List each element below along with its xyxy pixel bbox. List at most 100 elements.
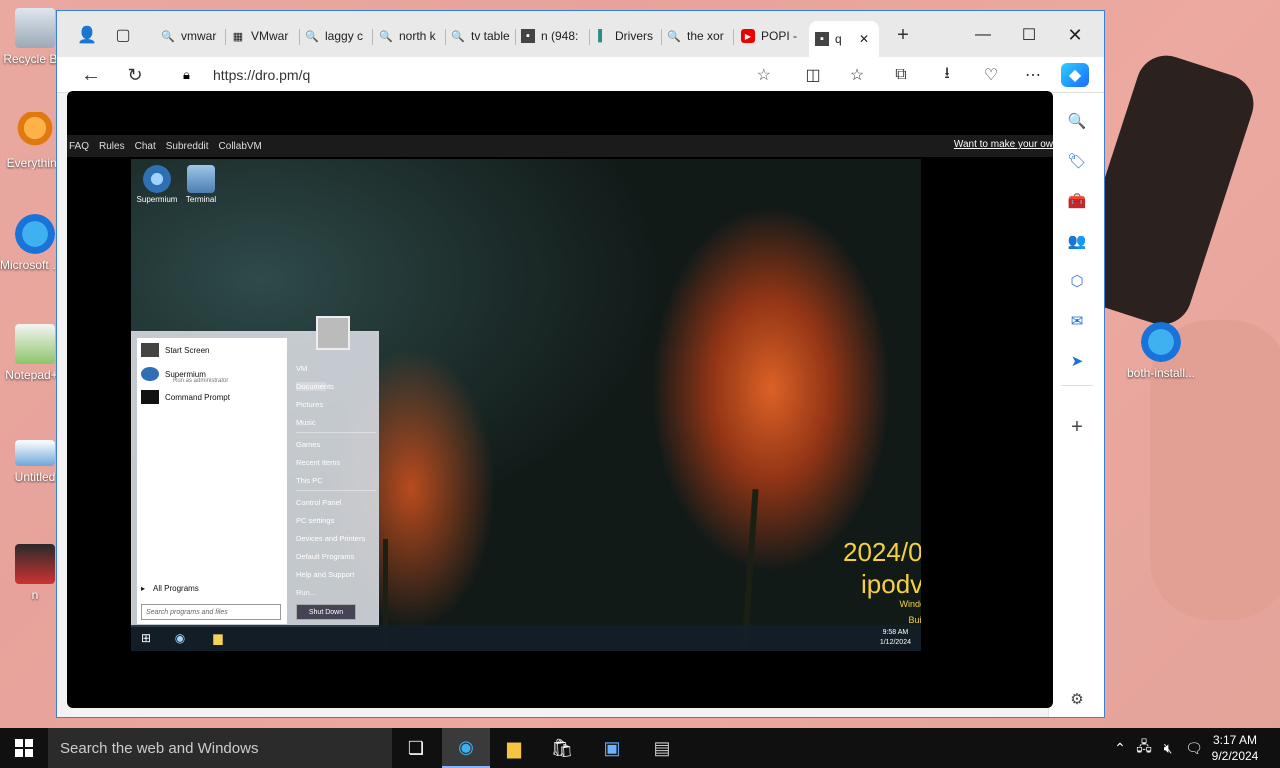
browser-essentials-icon[interactable]: ♡	[977, 63, 1005, 87]
chevron-up-icon[interactable]: ⌃	[1110, 738, 1130, 758]
music-item[interactable]: Music	[296, 418, 316, 427]
supermium-taskbar-icon[interactable]: ◉	[171, 629, 189, 647]
tab[interactable]: ▶ POPI -	[741, 23, 809, 49]
taskbar-search-box[interactable]: Search the web and Windows	[48, 728, 392, 768]
app-window-icon[interactable]: ▤	[638, 728, 686, 768]
search-icon[interactable]: 🔍	[1063, 107, 1091, 135]
command-prompt-item[interactable]: Command Prompt	[141, 389, 230, 405]
pc-settings-item[interactable]: PC settings	[296, 516, 334, 525]
address-bar[interactable]: 🔒︎ https://dro.pm/q ☆	[169, 62, 779, 88]
new-tab-button[interactable]: +	[889, 23, 917, 47]
make-vm-link[interactable]: Want to make your ow	[954, 139, 1053, 150]
collabvm-link[interactable]: CollabVM	[219, 141, 262, 152]
downloads-icon[interactable]: ⭳	[933, 63, 961, 87]
tab-active[interactable]: ▪ q ✕	[809, 21, 879, 57]
tab[interactable]: 🔍 vmwar	[161, 23, 229, 49]
context-tooltip[interactable]: Run as administrator	[173, 378, 228, 384]
start-screen-item[interactable]: Start Screen	[141, 342, 209, 358]
help-support-item[interactable]: Help and Support	[296, 570, 354, 579]
favorite-star-icon[interactable]: ☆	[757, 65, 771, 85]
copilot-icon[interactable]: ◆	[1061, 63, 1089, 87]
close-tab-icon[interactable]: ✕	[859, 32, 869, 46]
tab-separator	[589, 29, 590, 45]
vm-start-menu: Start Screen Supermium Run as administra…	[131, 316, 379, 627]
vm-start-icon[interactable]: ⊞	[137, 629, 155, 647]
start-button[interactable]	[0, 728, 48, 768]
this-pc-item[interactable]: This PC	[296, 476, 323, 485]
shopping-tag-icon[interactable]: 🏷	[1063, 147, 1091, 175]
split-screen-icon[interactable]: ◫	[799, 63, 827, 87]
favorites-icon[interactable]: ☆	[843, 63, 871, 87]
page-content: FAQ Rules Chat Subreddit CollabVM Want t…	[67, 91, 1053, 708]
notepad-icon	[15, 324, 55, 364]
people-icon[interactable]: 👥	[1063, 227, 1091, 255]
control-panel-item[interactable]: Control Panel	[296, 498, 341, 507]
task-view-icon[interactable]: ❏	[392, 728, 440, 768]
chat-link[interactable]: Chat	[135, 141, 156, 152]
item-label: Command Prompt	[165, 392, 230, 402]
vm-screen[interactable]: Supermium Terminal Start Screen Supermiu…	[131, 159, 921, 651]
outlook-icon[interactable]: ✉	[1063, 307, 1091, 335]
chevron-right-icon: ▸	[141, 583, 146, 593]
tools-icon[interactable]: 🧰	[1063, 187, 1091, 215]
tab-separator	[661, 29, 662, 45]
tab-title: the xor	[687, 29, 724, 43]
vm-item[interactable]: VM	[296, 364, 307, 373]
subreddit-link[interactable]: Subreddit	[166, 141, 209, 152]
tab[interactable]: ▌ Drivers	[595, 23, 663, 49]
terminal-icon	[187, 165, 215, 193]
send-icon[interactable]: ➤	[1063, 347, 1091, 375]
settings-gear-icon[interactable]: ⚙	[1063, 685, 1091, 713]
youtube-icon: ▶	[741, 29, 755, 43]
pictures-item[interactable]: Pictures	[296, 400, 323, 409]
collections-icon[interactable]: ⧉	[887, 63, 915, 87]
tab[interactable]: ▪ n (948:	[521, 23, 589, 49]
start-search-input[interactable]: Search programs and files	[141, 604, 281, 620]
minimize-button[interactable]: —	[963, 23, 1003, 47]
menu-separator	[296, 490, 376, 491]
tab-separator	[225, 29, 226, 45]
shutdown-button[interactable]: Shut Down	[296, 604, 356, 620]
desktop-icon-label: both-install...	[1126, 366, 1196, 380]
games-item[interactable]: Games	[296, 440, 320, 449]
explorer-taskbar-icon[interactable]: ▆	[209, 629, 227, 647]
faq-link[interactable]: FAQ	[69, 141, 89, 152]
default-programs-item[interactable]: Default Programs	[296, 552, 354, 561]
file-explorer-icon[interactable]: ▆	[490, 728, 538, 768]
remote-desktop-icon[interactable]: ▣	[588, 728, 636, 768]
volume-muted-icon[interactable]: 🔇︎	[1158, 738, 1178, 758]
start-menu-places: VM Documents Pictures Music Games Recent…	[292, 336, 378, 624]
supermium-icon	[143, 165, 171, 193]
tab[interactable]: 🔍 tv table	[451, 23, 519, 49]
refresh-button[interactable]: ↻	[121, 63, 149, 87]
documents-item[interactable]: Documents	[296, 382, 334, 391]
back-button[interactable]: ←	[77, 63, 105, 87]
magnifier-icon	[15, 112, 55, 152]
tab[interactable]: ▦ VMwar	[231, 23, 299, 49]
tab-actions-icon[interactable]: ▢	[109, 23, 137, 47]
search-icon: 🔍	[379, 30, 393, 43]
devices-printers-item[interactable]: Devices and Printers	[296, 534, 365, 543]
system-clock[interactable]: 3:17 AM 9/2/2024	[1200, 732, 1270, 764]
network-icon[interactable]: 🖧	[1134, 738, 1154, 758]
tab-title: tv table	[471, 29, 510, 43]
recent-items-item[interactable]: Recent Items	[296, 458, 340, 467]
run-item[interactable]: Run...	[296, 588, 316, 597]
maximize-button[interactable]: ☐	[1009, 23, 1049, 47]
office-icon[interactable]: ⬡	[1063, 267, 1091, 295]
rules-link[interactable]: Rules	[99, 141, 125, 152]
vm-desktop-icon-supermium[interactable]: Supermium	[135, 165, 179, 204]
desktop-icon-both-install[interactable]: both-install...	[1126, 322, 1196, 380]
edge-taskbar-icon[interactable]: ◉	[442, 728, 490, 768]
tab[interactable]: 🔍 laggy c	[305, 23, 373, 49]
store-icon[interactable]: 🛍	[538, 728, 586, 768]
close-button[interactable]: ✕	[1055, 23, 1095, 47]
tab-title: VMwar	[251, 29, 289, 43]
all-programs-item[interactable]: ▸ All Programs	[141, 580, 199, 596]
more-menu-icon[interactable]: ⋯	[1019, 63, 1047, 87]
profile-icon[interactable]: 👤	[73, 23, 101, 47]
add-sidebar-icon[interactable]: +	[1063, 413, 1091, 441]
vm-desktop-icon-terminal[interactable]: Terminal	[179, 165, 223, 204]
tab[interactable]: 🔍 the xor	[667, 23, 735, 49]
tab[interactable]: 🔍 north k	[379, 23, 447, 49]
